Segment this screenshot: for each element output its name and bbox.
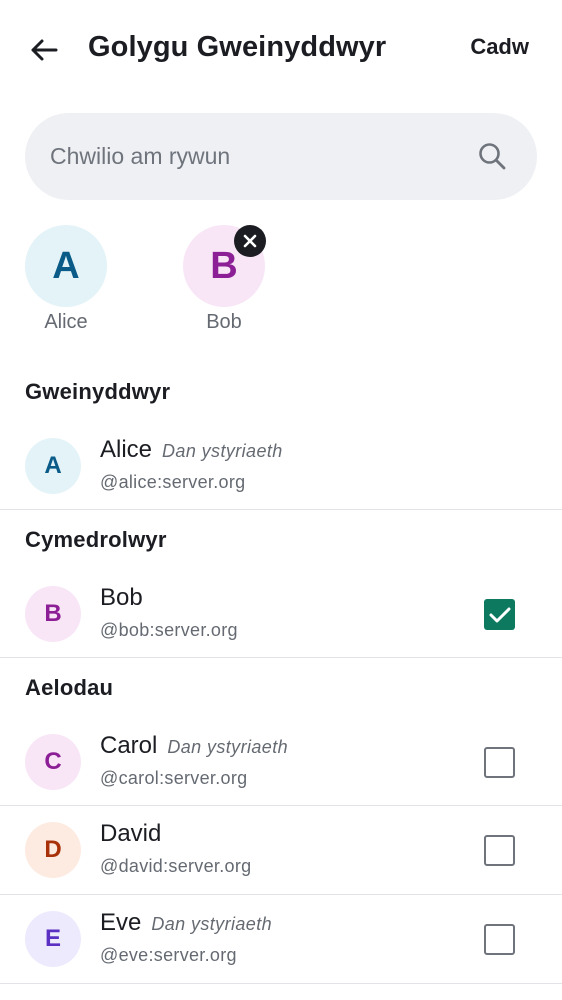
avatar-initial: B: [44, 600, 62, 627]
arrow-left-icon: [31, 39, 58, 61]
avatar-initial: C: [44, 748, 62, 775]
avatar: B: [183, 225, 266, 307]
chip-name: Bob: [206, 311, 242, 333]
selected-chip-alice: A Alice: [25, 225, 107, 334]
avatar: A: [25, 438, 81, 494]
search-input[interactable]: Chwilio am rywun: [25, 113, 537, 200]
member-name: Carol Dan ystyriaeth: [100, 732, 288, 760]
save-button[interactable]: Cadw: [470, 34, 529, 60]
list-item[interactable]: C Carol Dan ystyriaeth @carol:server.org: [0, 718, 562, 806]
chip-name: Alice: [44, 311, 88, 333]
member-name: Eve Dan ystyriaeth: [100, 909, 272, 937]
list-item: A Alice Dan ystyriaeth @alice:server.org: [0, 422, 562, 510]
avatar-initial: E: [44, 925, 61, 952]
member-name: David: [100, 820, 161, 848]
member-name: Alice Dan ystyriaeth: [100, 436, 283, 464]
member-checkbox[interactable]: [484, 924, 515, 955]
checkmark-icon: [489, 607, 510, 622]
member-handle: @carol:server.org: [100, 768, 248, 788]
list-item[interactable]: D David @david:server.org: [0, 806, 562, 894]
avatar: D: [25, 822, 81, 878]
avatar: C: [25, 734, 81, 790]
selected-chip-bob: B Bob: [183, 225, 266, 334]
avatar-initial: A: [44, 452, 62, 479]
avatar-initial: D: [44, 836, 62, 863]
avatar: A: [25, 225, 107, 307]
member-handle: @alice:server.org: [100, 472, 246, 492]
member-name-text: Eve: [100, 909, 142, 936]
member-handle: @bob:server.org: [100, 620, 238, 640]
search-placeholder: Chwilio am rywun: [50, 143, 231, 169]
divider: [0, 657, 562, 658]
section-header-members: Aelodau: [25, 675, 114, 700]
section-header-moderators: Cymedrolwyr: [25, 527, 167, 552]
pending-label: Dan ystyriaeth: [151, 914, 273, 934]
search-icon: [479, 143, 506, 170]
avatar-initial: B: [210, 244, 238, 287]
top-app-bar: Golygu Gweinyddwyr Cadw: [0, 0, 562, 100]
section-header-admins: Gweinyddwyr: [25, 379, 171, 404]
pending-label: Dan ystyriaeth: [162, 441, 283, 461]
member-name-text: David: [100, 820, 162, 847]
member-checkbox[interactable]: [484, 747, 515, 778]
pending-label: Dan ystyriaeth: [167, 737, 289, 757]
member-name: Bob: [100, 584, 143, 612]
divider: [0, 509, 562, 510]
list-item[interactable]: B Bob @bob:server.org: [0, 570, 562, 658]
avatar: E: [25, 911, 81, 967]
member-handle: @eve:server.org: [100, 945, 237, 965]
member-handle: @david:server.org: [100, 856, 252, 876]
page-title: Golygu Gweinyddwyr: [88, 31, 387, 63]
avatar: B: [25, 586, 81, 642]
member-checkbox[interactable]: [484, 835, 515, 866]
member-name-text: Carol: [100, 732, 158, 759]
list-item[interactable]: E Eve Dan ystyriaeth @eve:server.org: [0, 895, 562, 983]
divider: [0, 983, 562, 984]
back-button[interactable]: [24, 30, 64, 70]
member-name-text: Bob: [100, 584, 143, 611]
close-icon: [243, 234, 257, 248]
member-name-text: Alice: [100, 436, 153, 463]
remove-chip-button[interactable]: [234, 225, 266, 257]
member-checkbox[interactable]: [484, 599, 515, 630]
avatar-initial: A: [52, 244, 80, 287]
